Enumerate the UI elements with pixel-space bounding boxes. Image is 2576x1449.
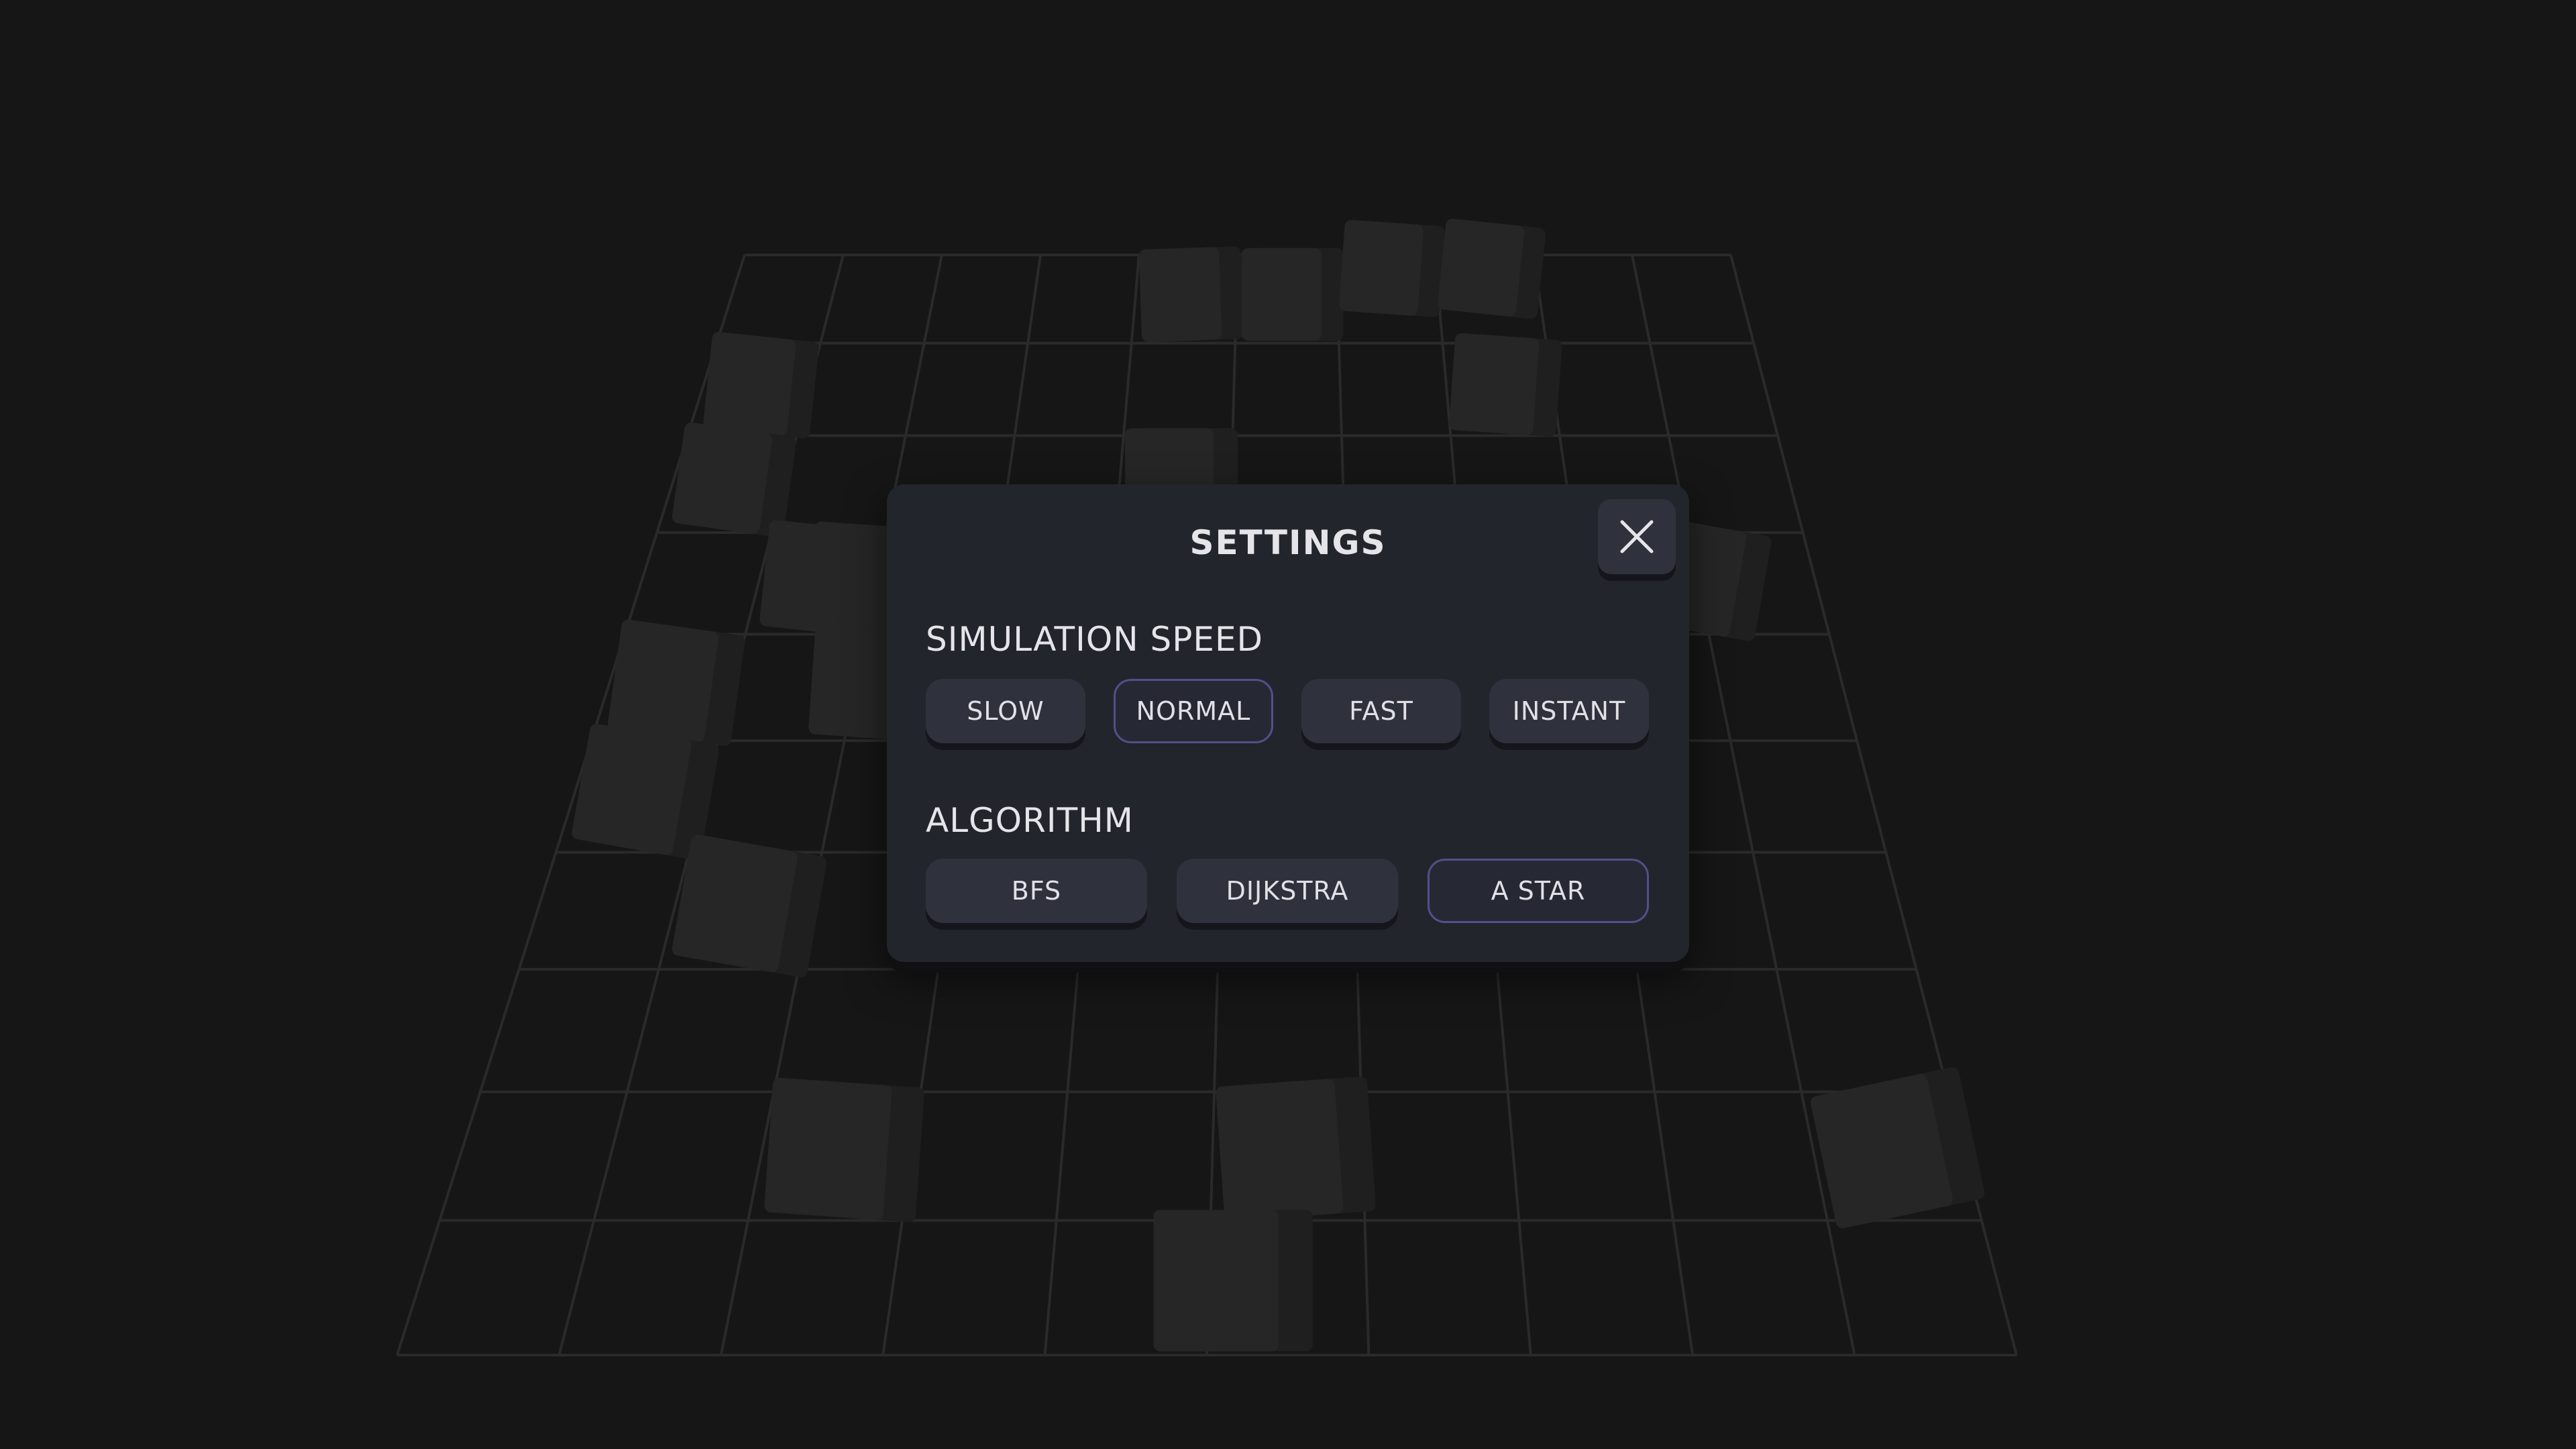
speed-option-slow[interactable]: SLOW — [926, 679, 1085, 743]
wall-block — [764, 1077, 924, 1222]
wall-block — [1449, 333, 1562, 437]
algorithm-option-bfs[interactable]: BFS — [926, 859, 1147, 923]
close-icon — [1620, 520, 1654, 553]
wall-block — [1811, 1067, 1985, 1228]
algorithm-option-a-star[interactable]: A STAR — [1428, 859, 1649, 923]
wall-block — [1339, 219, 1445, 317]
wall-block — [1241, 248, 1344, 341]
wall-block — [1153, 1210, 1313, 1352]
speed-option-instant[interactable]: INSTANT — [1489, 679, 1649, 743]
wall-block — [608, 619, 745, 746]
wall-block — [1437, 219, 1546, 319]
settings-panel: SETTINGS SIMULATION SPEED SLOW NORMAL FA… — [887, 484, 1689, 962]
close-button[interactable] — [1598, 499, 1676, 574]
wall-block — [703, 331, 819, 439]
algorithm-label: ALGORITHM — [926, 801, 1134, 840]
algorithm-option-dijkstra[interactable]: DIJKSTRA — [1177, 859, 1398, 923]
wall-block — [672, 835, 827, 977]
panel-title: SETTINGS — [1189, 523, 1387, 562]
speed-option-normal[interactable]: NORMAL — [1114, 679, 1273, 743]
simulation-speed-label: SIMULATION SPEED — [926, 620, 1264, 659]
speed-option-fast[interactable]: FAST — [1301, 679, 1461, 743]
wall-block — [1138, 246, 1244, 342]
wall-block — [1216, 1076, 1376, 1222]
